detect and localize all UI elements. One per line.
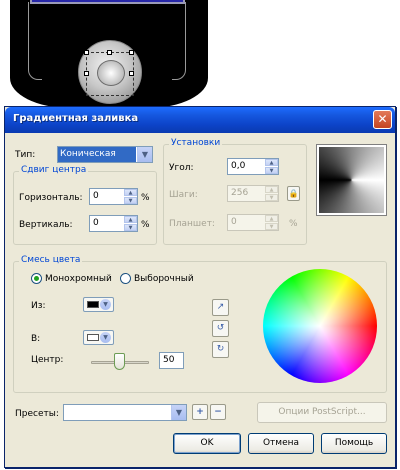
from-label: Из: [31,301,46,311]
lock-icon: 🔒 [288,189,299,198]
rotate-ccw-icon: ↺ [216,323,225,333]
midpoint-input[interactable]: 50 [159,352,184,369]
edge-pad-spinner: 0 ▲ ▼ [227,214,279,231]
minus-icon: − [214,407,222,417]
horizontal-unit: % [141,193,150,203]
presets-value [64,405,66,420]
color-blend-title: Смесь цвета [19,255,83,265]
presets-label: Пресеты: [15,409,59,419]
spin-up-icon: ▲ [265,186,278,193]
presets-dropdown[interactable]: ▼ [63,404,187,421]
phone-outline-right [172,2,186,80]
spin-down-icon: ▼ [265,223,278,230]
two-color-radio[interactable] [31,273,42,284]
options-title: Установки [169,138,223,148]
gradient-preview-fill [319,147,384,213]
selection-handle[interactable] [107,50,112,55]
chevron-down-icon[interactable]: ▼ [100,299,111,310]
spin-up-icon[interactable]: ▲ [124,216,137,223]
phone-screen-shape [30,0,185,4]
center-offset-group [13,171,157,245]
vertical-offset-value: 0 [93,218,99,228]
center-offset-title: Сдвиг центра [19,165,89,175]
angle-value: 0,0 [231,161,246,171]
remove-preset-button[interactable]: − [210,404,226,420]
direct-blend-button[interactable]: ↗ [212,299,229,316]
steps-value: 256 [231,188,249,198]
midpoint-slider-thumb[interactable] [114,353,125,370]
steps-spinner: 256 ▲ ▼ [227,185,279,202]
vertical-unit: % [141,220,150,230]
custom-label[interactable]: Выборочный [134,274,194,284]
phone-outline-left [28,2,42,80]
color-wheel[interactable] [263,269,377,383]
ok-button[interactable]: OK [173,433,241,454]
midpoint-label: Центр: [31,355,64,365]
spin-down-icon[interactable]: ▼ [124,224,137,231]
type-dropdown-value: Коническая [58,147,136,162]
rotate-cw-icon: ↻ [216,344,225,354]
dialog-title: Градиентная заливка [13,113,139,124]
help-button[interactable]: Помощь [321,433,387,454]
lock-steps-button[interactable]: 🔒 [287,186,300,201]
type-label: Тип: [15,150,36,160]
to-color-picker[interactable]: ▼ [83,330,114,345]
spin-down-icon[interactable]: ▼ [124,197,137,204]
from-color-swatch [87,301,99,308]
fountain-fill-dialog: Градиентная заливка ✕ Тип: Коническая ▼ … [4,106,396,468]
midpoint-value: 50 [163,355,175,365]
selection-box[interactable] [84,50,134,96]
spin-down-icon: ▼ [265,194,278,201]
selection-handle[interactable] [84,50,89,55]
horizontal-offset-value: 0 [93,191,99,201]
vertical-label: Вертикаль: [19,220,73,230]
vertical-offset-spinner[interactable]: 0 ▲ ▼ [89,215,138,232]
two-color-label[interactable]: Монохромный [45,274,112,284]
cancel-button[interactable]: Отмена [248,433,314,454]
to-label: В: [31,334,41,344]
postscript-options-button: Опции PostScript... [257,402,387,423]
custom-radio[interactable] [120,273,131,284]
cw-blend-button[interactable]: ↻ [212,341,229,358]
spin-down-icon[interactable]: ▼ [265,167,278,174]
dialog-titlebar[interactable]: Градиентная заливка ✕ [5,107,395,133]
close-button[interactable]: ✕ [373,110,392,129]
selection-handle[interactable] [84,71,89,76]
chevron-down-icon[interactable]: ▼ [171,405,186,420]
drawing-canvas [0,0,400,110]
gradient-preview[interactable] [316,144,387,216]
spin-up-icon: ▲ [265,215,278,222]
type-dropdown[interactable]: Коническая ▼ [57,146,153,163]
to-color-swatch [87,334,99,341]
selection-handle[interactable] [129,71,134,76]
selection-handle[interactable] [129,50,134,55]
direct-line-icon: ↗ [216,302,225,312]
angle-spinner[interactable]: 0,0 ▲ ▼ [227,158,279,175]
steps-label: Шаги: [169,190,198,200]
ccw-blend-button[interactable]: ↺ [212,320,229,337]
edge-pad-label: Планшет: [169,219,215,229]
horizontal-offset-spinner[interactable]: 0 ▲ ▼ [89,188,138,205]
chevron-down-icon[interactable]: ▼ [137,147,152,162]
from-color-picker[interactable]: ▼ [83,297,114,312]
edge-pad-value: 0 [231,217,237,227]
horizontal-label: Горизонталь: [19,193,83,203]
edge-pad-unit: % [289,219,298,229]
spin-up-icon[interactable]: ▲ [265,159,278,166]
plus-icon: + [196,407,204,417]
angle-label: Угол: [169,163,194,173]
chevron-down-icon[interactable]: ▼ [100,332,111,343]
add-preset-button[interactable]: + [192,404,208,420]
spin-up-icon[interactable]: ▲ [124,189,137,196]
